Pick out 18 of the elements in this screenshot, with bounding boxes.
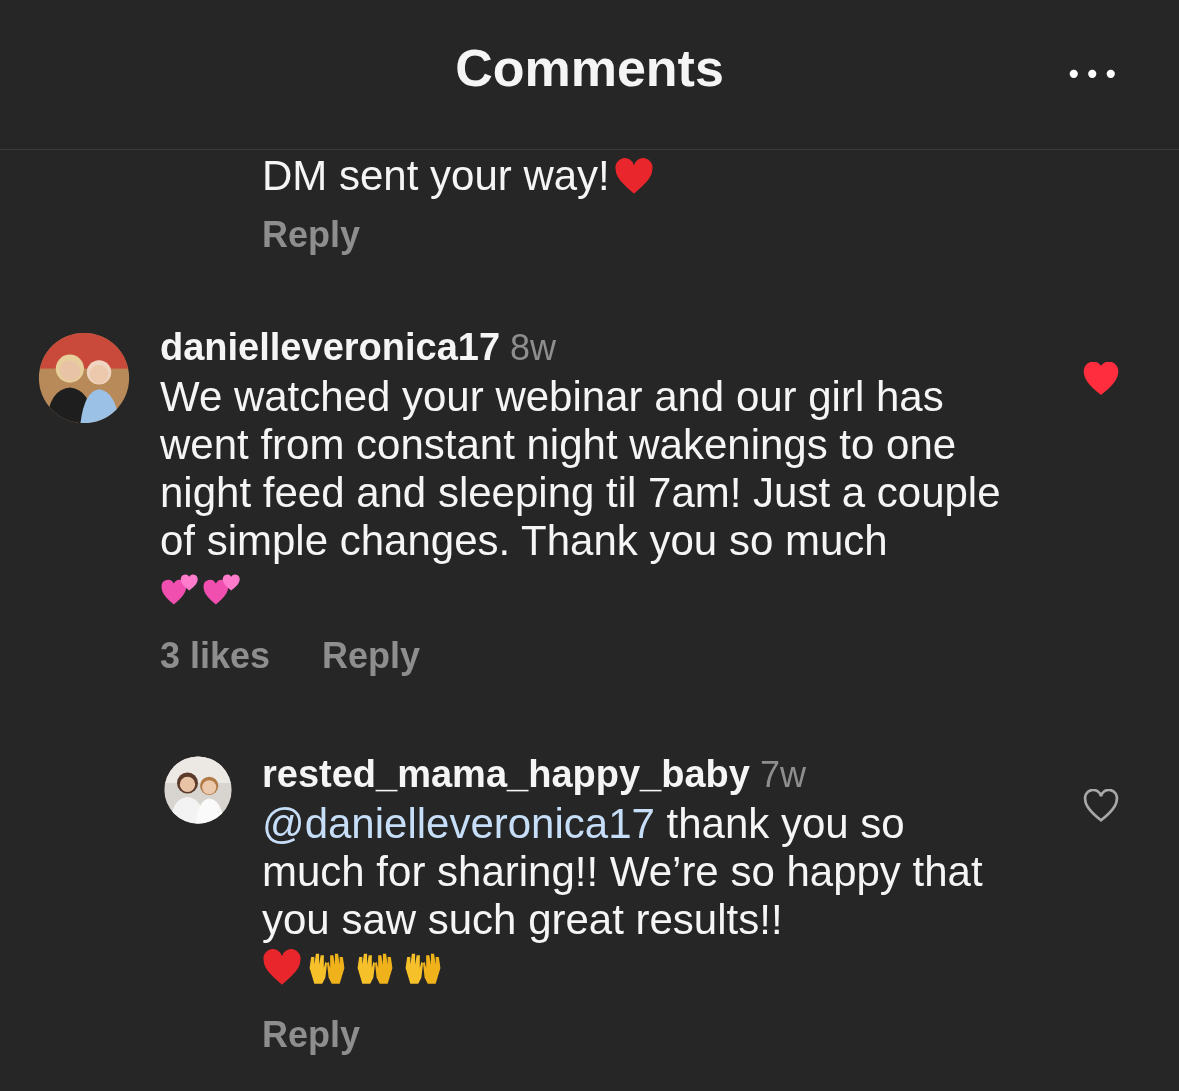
username[interactable]: danielleveronica17 — [160, 326, 501, 369]
filled-heart-icon[interactable] — [1083, 362, 1119, 396]
heart-icon — [613, 158, 654, 196]
like-count[interactable]: 3 likes — [160, 635, 271, 677]
comment-text: We watched your webinar and our girl has went from constant night wakenings to one night feed and sleeping til 7am! Just a couple of simple changes. Thank you so much — [160, 373, 1002, 565]
comment-text: @danielleveronica17 thank you so much for sharing!! We’re so happy that you saw such great results!! — [262, 800, 984, 944]
comment-time: 8w — [510, 327, 557, 369]
comment-time: 7w — [759, 754, 806, 796]
screen-title: Comments — [455, 37, 724, 98]
username[interactable]: rested_mama_happy_baby — [262, 753, 750, 796]
comment-text: DM sent your way! — [262, 152, 610, 199]
reply-link[interactable]: Reply — [262, 1014, 361, 1056]
reply-link[interactable]: Reply — [322, 635, 421, 677]
more-button[interactable]: ••• — [1065, 58, 1121, 91]
mention-link[interactable]: @danielleveronica17 — [262, 800, 655, 847]
heart-outline-icon[interactable] — [1083, 789, 1119, 823]
heart-icon — [262, 949, 302, 987]
reply-link[interactable]: Reply — [262, 214, 361, 256]
